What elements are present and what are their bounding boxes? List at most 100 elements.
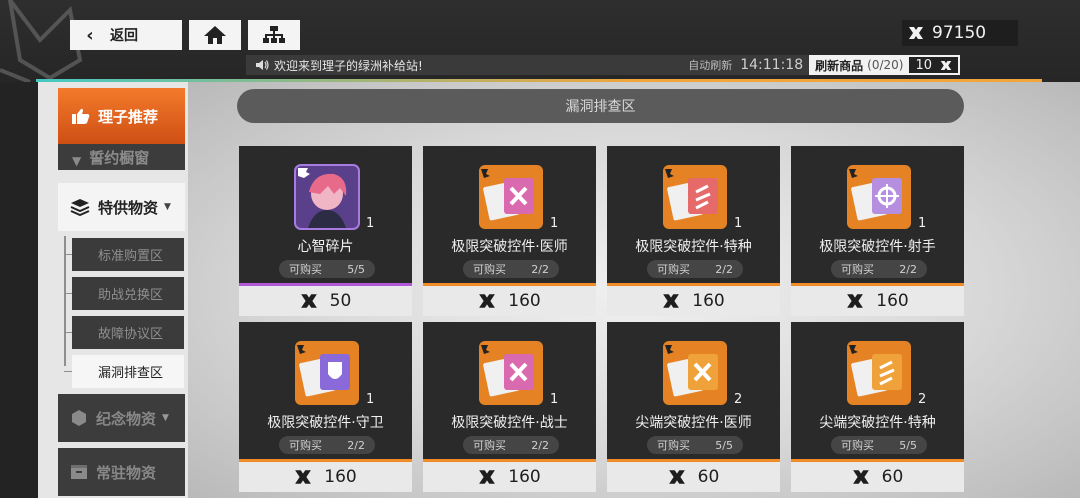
sub-item-label: 标准购置区 xyxy=(98,249,164,264)
home-button[interactable] xyxy=(189,20,241,50)
sub-item-label: 助战兑换区 xyxy=(98,288,164,303)
back-button[interactable]: ‹ 返回 xyxy=(70,20,182,50)
currency-amount: 97150 xyxy=(932,23,987,43)
sub-item-label: 故障协议区 xyxy=(98,327,164,342)
item-quantity: 1 xyxy=(918,216,927,231)
sidebar-label: 纪念物资 xyxy=(96,409,157,428)
purchase-limit: 可购买 2/2 xyxy=(463,436,559,454)
breakthrough-module-icon xyxy=(295,341,359,405)
item-price: 160 xyxy=(423,462,596,492)
breakthrough-module-icon xyxy=(847,165,911,229)
price-value: 160 xyxy=(508,291,541,311)
chevron-down-icon: ▼ xyxy=(72,154,82,168)
item-name: 极限突破控件·射手 xyxy=(819,239,936,255)
purchase-limit: 可购买 2/2 xyxy=(463,260,559,278)
advanced-module-icon xyxy=(847,341,911,405)
item-price: 160 xyxy=(239,462,412,492)
announcement-text: 欢迎来到理子的绿洲补给站! xyxy=(274,58,423,73)
currency-icon xyxy=(479,470,496,484)
refresh-count: (0/20) xyxy=(867,58,904,72)
sidebar-label: 特供物资 xyxy=(98,198,159,217)
currency-icon xyxy=(295,470,312,484)
item-quantity: 2 xyxy=(918,392,927,407)
stock-value: 2/2 xyxy=(347,438,365,452)
sidebar-item-special[interactable]: 特供物资 ▼ xyxy=(58,183,185,231)
shop-item-card[interactable]: 2 尖端突破控件·特种 可购买 5/5 60 xyxy=(791,322,964,492)
sidebar-item-regular[interactable]: 常驻物资 xyxy=(58,448,185,496)
currency-icon xyxy=(663,294,680,308)
sub-item-fault[interactable]: 故障协议区 xyxy=(64,316,184,349)
item-quantity: 2 xyxy=(734,392,743,407)
stock-label: 可购买 xyxy=(289,263,322,276)
stock-label: 可购买 xyxy=(473,263,506,276)
stock-value: 5/5 xyxy=(899,438,917,452)
breakthrough-module-icon xyxy=(479,165,543,229)
sub-item-bug[interactable]: 漏洞排查区 xyxy=(64,355,184,388)
sidebar-item-oath[interactable]: ▼ 誓约橱窗 xyxy=(58,144,185,170)
currency-icon xyxy=(852,470,869,484)
stock-value: 2/2 xyxy=(531,438,549,452)
item-quantity: 1 xyxy=(366,216,375,231)
price-value: 50 xyxy=(329,291,352,311)
medal-icon xyxy=(70,409,88,427)
price-value: 60 xyxy=(697,467,720,487)
stock-label: 可购买 xyxy=(657,439,690,452)
sub-item-support[interactable]: 助战兑换区 xyxy=(64,277,184,310)
item-price: 60 xyxy=(791,462,964,492)
item-quantity: 1 xyxy=(366,392,375,407)
sidebar-item-recommend[interactable]: 理子推荐 xyxy=(58,88,185,144)
shop-item-card[interactable]: 2 尖端突破控件·医师 可购买 5/5 60 xyxy=(607,322,780,492)
currency-display: 97150 xyxy=(902,20,1018,46)
item-name: 心智碎片 xyxy=(297,239,354,255)
auto-refresh-label: 自动刷新 xyxy=(688,59,733,72)
layers-icon xyxy=(70,198,90,216)
item-price: 160 xyxy=(423,286,596,316)
currency-icon xyxy=(847,294,864,308)
stock-label: 可购买 xyxy=(473,439,506,452)
shop-item-card[interactable]: 1 心智碎片 可购买 5/5 50 xyxy=(239,146,412,316)
sub-item-label: 漏洞排查区 xyxy=(98,366,164,381)
caret-down-icon: ▼ xyxy=(162,413,169,423)
item-name: 极限突破控件·特种 xyxy=(635,239,752,255)
stock-value: 2/2 xyxy=(531,262,549,276)
item-price: 50 xyxy=(239,286,412,316)
price-value: 60 xyxy=(881,467,904,487)
currency-icon xyxy=(909,27,923,39)
shop-item-card[interactable]: 1 极限突破控件·守卫 可购买 2/2 160 xyxy=(239,322,412,492)
refresh-label: 刷新商品 xyxy=(815,58,864,73)
speaker-icon xyxy=(250,59,274,71)
refresh-goods-button[interactable]: 刷新商品 (0/20) 10 xyxy=(809,55,960,75)
currency-icon xyxy=(668,470,685,484)
purchase-limit: 可购买 2/2 xyxy=(831,260,927,278)
section-title: 漏洞排查区 xyxy=(565,99,636,115)
announcement-bar: 欢迎来到理子的绿洲补给站! 自动刷新 14:11:18 刷新商品 (0/20) … xyxy=(246,55,960,75)
stock-label: 可购买 xyxy=(657,263,690,276)
item-name: 极限突破控件·守卫 xyxy=(267,415,384,431)
thumbs-up-icon xyxy=(72,108,90,124)
item-price: 60 xyxy=(607,462,780,492)
item-name: 极限突破控件·战士 xyxy=(451,415,568,431)
section-header: 漏洞排查区 xyxy=(237,89,964,123)
sub-item-standard[interactable]: 标准购置区 xyxy=(64,238,184,271)
currency-icon xyxy=(479,294,496,308)
breakthrough-module-icon xyxy=(663,165,727,229)
sitemap-icon xyxy=(263,26,285,43)
caret-down-icon: ▼ xyxy=(164,202,171,212)
sitemap-button[interactable] xyxy=(248,20,300,50)
shop-item-card[interactable]: 1 极限突破控件·射手 可购买 2/2 160 xyxy=(791,146,964,316)
item-name: 极限突破控件·医师 xyxy=(451,239,568,255)
price-value: 160 xyxy=(876,291,909,311)
item-quantity: 1 xyxy=(550,392,559,407)
home-icon xyxy=(204,26,226,44)
shop-item-card[interactable]: 1 极限突破控件·医师 可购买 2/2 160 xyxy=(423,146,596,316)
item-price: 160 xyxy=(791,286,964,316)
refresh-cost: 10 xyxy=(909,57,958,73)
shop-item-card[interactable]: 1 极限突破控件·特种 可购买 2/2 160 xyxy=(607,146,780,316)
purchase-limit: 可购买 5/5 xyxy=(647,436,743,454)
purchase-limit: 可购买 5/5 xyxy=(279,260,375,278)
sidebar-item-memorial[interactable]: 纪念物资 ▼ xyxy=(58,394,185,442)
item-price: 160 xyxy=(607,286,780,316)
purchase-limit: 可购买 2/2 xyxy=(647,260,743,278)
shop-item-card[interactable]: 1 极限突破控件·战士 可购买 2/2 160 xyxy=(423,322,596,492)
stock-value: 2/2 xyxy=(899,262,917,276)
